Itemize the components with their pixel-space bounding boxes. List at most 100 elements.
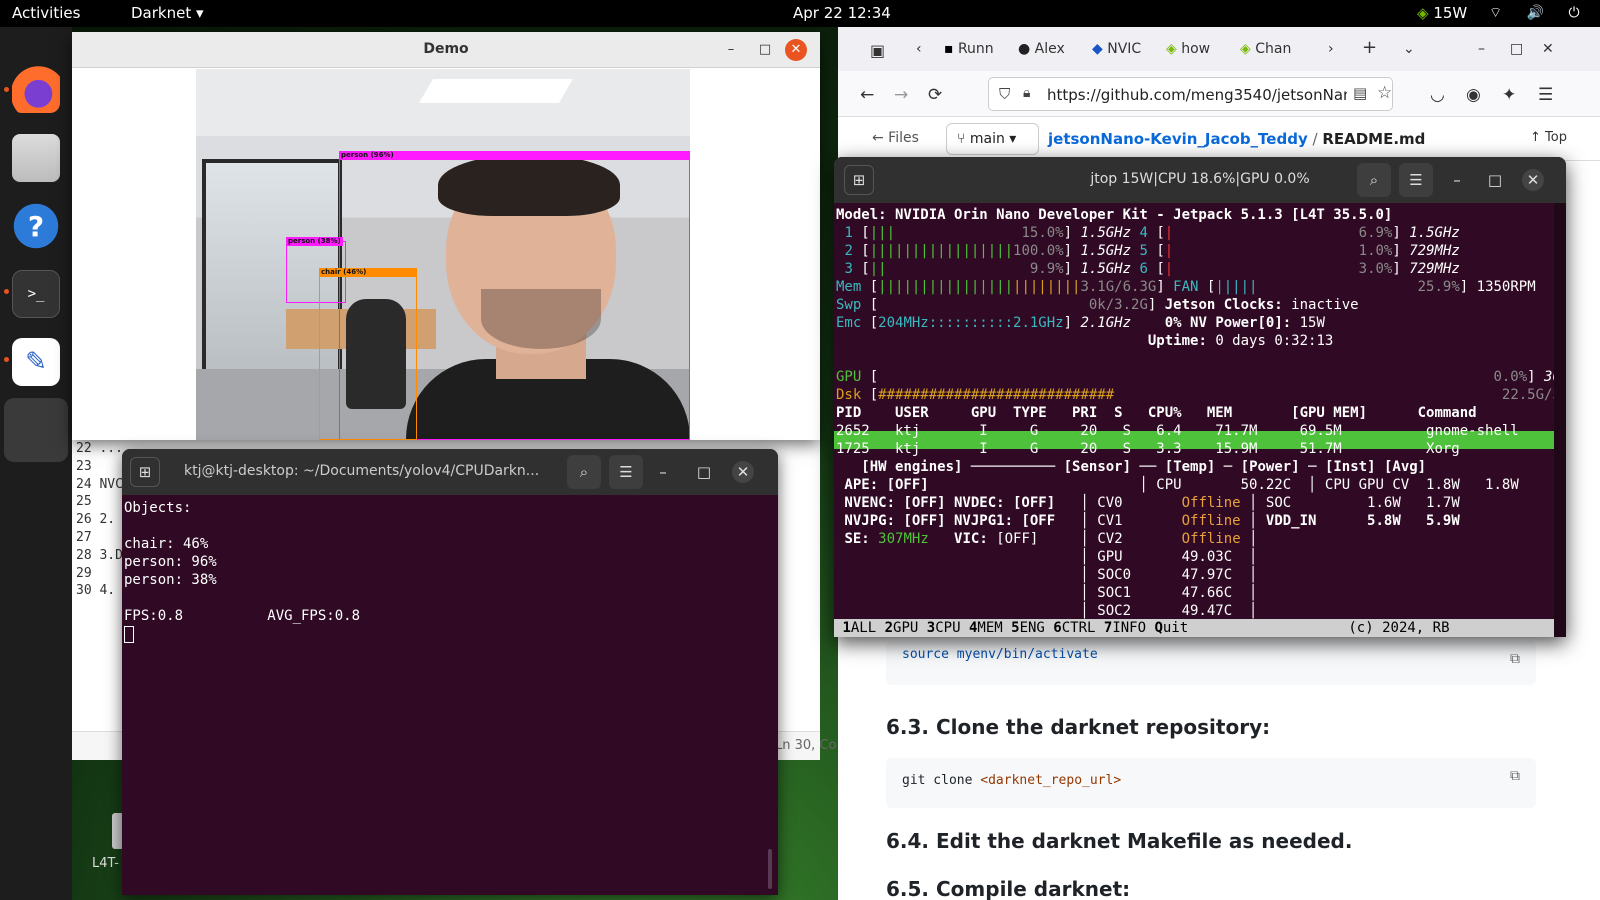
minimize-button[interactable]: – <box>1478 41 1485 57</box>
maximize-button[interactable]: □ <box>693 461 715 483</box>
usage-bar: |||||||||||||||| <box>878 279 1014 295</box>
cpu-freq: 729MHz <box>1409 261 1460 277</box>
power-rail: VDD_IN <box>1265 513 1359 529</box>
account-icon[interactable]: ◉ <box>1466 85 1481 105</box>
text-editor-icon[interactable]: ✎ <box>12 338 60 386</box>
lock-icon[interactable]: 🔒︎ <box>1023 85 1030 101</box>
engine-row: APE: [OFF] <box>836 477 1132 493</box>
demo-titlebar[interactable]: Demo – □ ✕ <box>72 32 820 68</box>
close-button[interactable]: ✕ <box>1542 41 1554 57</box>
reload-icon[interactable]: ⟳ <box>928 85 942 105</box>
dock: ? >_ ✎ <box>0 27 72 900</box>
jtop-tab[interactable]: 4MEM <box>969 620 1003 636</box>
scrollbar[interactable] <box>768 849 772 889</box>
terminal-titlebar[interactable]: ⊞ ktj@ktj-desktop: ~/Documents/yolov4/CP… <box>122 449 778 495</box>
tabs-scroll-right-icon[interactable]: › <box>1328 41 1334 57</box>
show-apps-icon[interactable] <box>20 870 52 900</box>
power-mode-indicator[interactable]: ◈ 15W <box>1417 4 1467 22</box>
branch-selector[interactable]: ⑂ main ▾ <box>946 123 1039 155</box>
new-tab-button[interactable]: + <box>1362 37 1377 58</box>
bookmark-star-icon[interactable]: ☆ <box>1377 83 1392 103</box>
files-icon[interactable] <box>12 134 60 182</box>
minimize-button[interactable]: – <box>720 39 742 61</box>
minimize-button[interactable]: – <box>652 461 674 483</box>
gpu-pct: 0.0% <box>878 369 1528 385</box>
demo-window: Demo – □ ✕ person (96%) person (38%) cha… <box>72 32 820 440</box>
jtop-footer-tabs[interactable]: 1ALL 2GPU 3CPU 4MEM 5ENG 6CTRL 7INFO Qui… <box>834 619 1450 637</box>
sidebar-toggle-icon[interactable]: ▣ <box>870 41 885 60</box>
system-status-icons[interactable]: ⌔ 🔊 ⏻ ▾ <box>1489 4 1600 22</box>
jtop-output: Model: NVIDIA Orin Nano Developer Kit - … <box>836 206 1566 637</box>
reader-view-icon[interactable]: ▤ <box>1353 84 1367 102</box>
clock[interactable]: Apr 22 12:34 <box>793 4 891 22</box>
demo-title: Demo <box>423 41 469 57</box>
maximize-button[interactable]: □ <box>1510 41 1523 57</box>
temp-header: [Temp] <box>1164 459 1216 475</box>
tab[interactable]: ◈ how <box>1166 41 1210 57</box>
new-tab-icon[interactable]: ⊞ <box>130 457 160 487</box>
list-tabs-icon[interactable]: ⌄ <box>1403 41 1415 57</box>
jtop-tab[interactable]: Quit <box>1154 620 1188 636</box>
terminal-output[interactable]: Objects: chair: 46% person: 96% person: … <box>124 499 360 643</box>
tab[interactable]: ● Alex <box>1018 41 1065 57</box>
terminal-title: ktj@ktj-desktop: ~/Documents/yolov4/CPUD… <box>184 463 540 479</box>
jtop-tab[interactable]: 6CTRL <box>1053 620 1095 636</box>
hamburger-menu-icon[interactable]: ☰ <box>609 455 643 489</box>
help-icon[interactable]: ? <box>12 202 60 250</box>
copy-icon[interactable]: ⧉ <box>1510 768 1520 784</box>
power-avg: 5.9W <box>1417 513 1460 529</box>
copyright: (c) 2024, RB <box>1348 620 1450 636</box>
fan-pct: 25.9% <box>1257 279 1460 295</box>
tab[interactable]: ◈ Chan <box>1240 41 1291 57</box>
jtop-tab[interactable]: 3CPU <box>927 620 961 636</box>
close-button[interactable]: ✕ <box>1522 169 1544 191</box>
sensor-header: [Sensor] <box>1063 459 1132 475</box>
extensions-icon[interactable]: ✦ <box>1502 85 1516 105</box>
power-inst: 5.8W <box>1358 513 1401 529</box>
url-bar[interactable]: ⛉ 🔒︎ https://github.com/meng3540/jetsonN… <box>988 77 1393 111</box>
jtop-tab[interactable]: 1ALL <box>842 620 876 636</box>
close-button[interactable]: ✕ <box>732 461 754 483</box>
camera-feed: person (96%) person (38%) chair (46%) <box>196 69 690 440</box>
emc-freq: 2.1GHz <box>1080 315 1132 331</box>
menu-icon[interactable]: ☰ <box>1538 85 1553 105</box>
files-button[interactable]: ← Files <box>872 130 919 146</box>
minimize-button[interactable]: – <box>1446 169 1468 191</box>
cpu-pct: 15.0% <box>895 225 1064 241</box>
tabs-scroll-left-icon[interactable]: ‹ <box>916 41 922 57</box>
demo-app-icon[interactable] <box>4 398 68 462</box>
process-row: 1725 ktj I G 20 S 3.3 15.9M 51.7M Xorg <box>836 441 1460 457</box>
activities-button[interactable]: Activities <box>12 4 80 22</box>
maximize-button[interactable]: □ <box>1484 169 1506 191</box>
jtop-tab[interactable]: 5ENG <box>1011 620 1045 636</box>
breadcrumb: jetsonNano-Kevin_Jacob_Teddy / README.md <box>1048 130 1425 148</box>
copy-icon[interactable]: ⧉ <box>1510 651 1520 667</box>
search-icon[interactable]: ⌕ <box>567 455 601 489</box>
firefox-icon[interactable] <box>12 65 60 113</box>
search-icon[interactable]: ⌕ <box>1357 163 1391 197</box>
jtop-titlebar[interactable]: ⊞ jtop 15W|CPU 18.6%|GPU 0.0% ⌕ ☰ – □ ✕ <box>834 157 1566 203</box>
desktop-item-label[interactable]: L4T- <box>92 856 119 871</box>
nvidia-icon: ◈ <box>1166 41 1177 57</box>
shield-icon[interactable]: ⛉ <box>999 85 1010 103</box>
jtop-tab[interactable]: 7INFO <box>1104 620 1146 636</box>
top-button[interactable]: ↑ Top <box>1530 130 1567 145</box>
close-button[interactable]: ✕ <box>785 39 807 61</box>
repo-link[interactable]: jetsonNano-Kevin_Jacob_Teddy <box>1048 130 1308 148</box>
forward-icon[interactable]: → <box>894 85 908 105</box>
tab[interactable]: ▪ Runn <box>944 41 994 57</box>
detection-label: person (96%) <box>339 151 690 160</box>
top-bar: Activities Darknet ▾ Apr 22 12:34 ◈ 15W … <box>0 0 1600 27</box>
back-icon[interactable]: ← <box>860 85 874 105</box>
maximize-button[interactable]: □ <box>754 39 776 61</box>
cursor-position[interactable]: Ln 30, Co <box>775 738 836 753</box>
pocket-icon[interactable]: ◡ <box>1430 85 1445 105</box>
scrollbar[interactable] <box>1554 203 1566 637</box>
hamburger-menu-icon[interactable]: ☰ <box>1399 163 1433 197</box>
jtop-tab[interactable]: 2GPU <box>885 620 919 636</box>
jtop-screen[interactable]: Model: NVIDIA Orin Nano Developer Kit - … <box>834 203 1566 637</box>
jtop-terminal-window: ⊞ jtop 15W|CPU 18.6%|GPU 0.0% ⌕ ☰ – □ ✕ … <box>834 157 1566 637</box>
tab[interactable]: ◆ NVIC <box>1092 41 1141 57</box>
terminal-icon[interactable]: >_ <box>12 270 60 318</box>
app-menu[interactable]: Darknet ▾ <box>131 4 204 22</box>
